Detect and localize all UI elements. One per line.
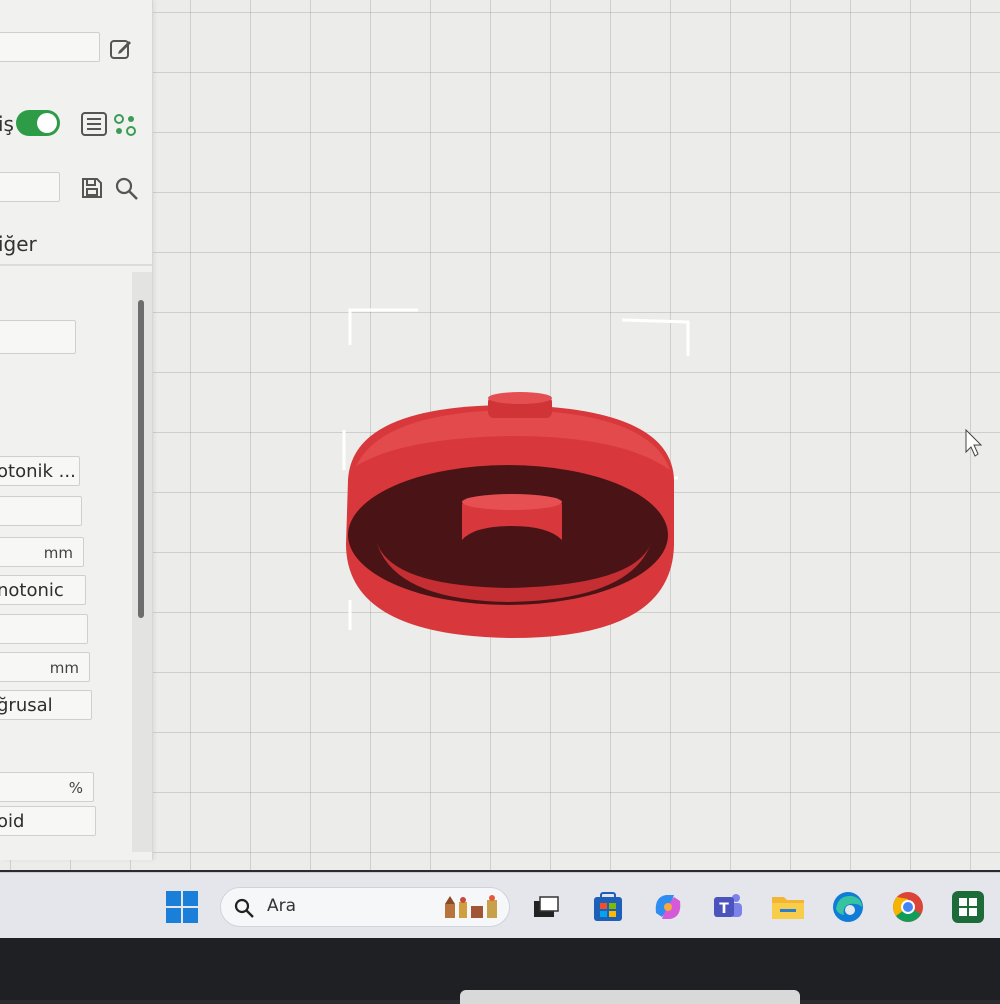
setting-field-10-text: oid <box>0 811 25 832</box>
taskbar-search[interactable]: Ara <box>220 887 510 927</box>
3d-viewport[interactable] <box>152 0 1000 870</box>
setting-field-4[interactable]: mm <box>0 537 84 567</box>
panel-scrollbar[interactable] <box>132 272 152 852</box>
search-placeholder: Ara <box>267 896 297 916</box>
setting-field-10[interactable]: oid <box>0 806 96 836</box>
settings-panel: iş iğer otonik ... mm notonic mm ğrusal … <box>0 0 153 860</box>
setting-field-8[interactable]: ğrusal <box>0 690 92 720</box>
search-icon <box>234 898 254 918</box>
model-knob-top <box>488 392 552 404</box>
divider <box>0 264 152 266</box>
monitor-bezel <box>0 938 1000 1004</box>
setting-field-5-text: notonic <box>0 580 64 601</box>
section-label: iğer <box>0 232 37 256</box>
setting-field-3[interactable] <box>0 496 82 526</box>
setting-field-6[interactable] <box>0 614 88 644</box>
save-icon[interactable] <box>80 176 104 200</box>
unit-mm: mm <box>43 544 73 562</box>
preset-field[interactable] <box>0 172 60 202</box>
setting-field-8-text: ğrusal <box>0 695 53 716</box>
search-icon[interactable] <box>114 176 140 202</box>
settings-icon[interactable] <box>112 112 138 138</box>
chrome-icon[interactable] <box>888 887 928 927</box>
setting-field-2[interactable]: otonik ... <box>0 456 80 486</box>
mouse-cursor-icon <box>965 428 983 457</box>
toggle-label: iş <box>0 112 14 136</box>
file-explorer-icon[interactable] <box>768 887 808 927</box>
svg-text:T: T <box>719 901 729 917</box>
3d-model-part[interactable] <box>346 392 674 638</box>
setting-field-1[interactable] <box>0 320 76 354</box>
store-icon[interactable] <box>588 887 628 927</box>
setting-field-2-text: otonik ... <box>0 461 76 482</box>
scrollbar-thumb[interactable] <box>138 300 144 618</box>
unit-percent: % <box>68 779 83 797</box>
task-view-icon[interactable] <box>526 887 566 927</box>
copilot-icon[interactable] <box>648 887 688 927</box>
edge-icon[interactable] <box>828 887 868 927</box>
teams-icon[interactable]: T <box>708 887 748 927</box>
widgets-icon[interactable] <box>441 892 505 922</box>
slicer-app-icon[interactable] <box>948 887 988 927</box>
setting-field-5[interactable]: notonic <box>0 575 86 605</box>
windows-start-icon[interactable] <box>162 887 202 927</box>
mode-toggle[interactable] <box>16 110 60 136</box>
setting-field-7[interactable]: mm <box>0 652 90 682</box>
model-boss-top <box>462 494 562 510</box>
setting-field-9[interactable]: % <box>0 772 94 802</box>
model-cavity <box>348 465 668 605</box>
windows-taskbar: Ara T <box>0 872 1000 939</box>
list-icon[interactable] <box>80 110 108 138</box>
viewport-canvas <box>342 308 983 638</box>
name-field[interactable] <box>0 32 100 62</box>
edit-icon[interactable] <box>108 36 134 62</box>
screen: iş iğer otonik ... mm notonic mm ğrusal … <box>0 0 1000 870</box>
unit-mm: mm <box>49 659 79 677</box>
